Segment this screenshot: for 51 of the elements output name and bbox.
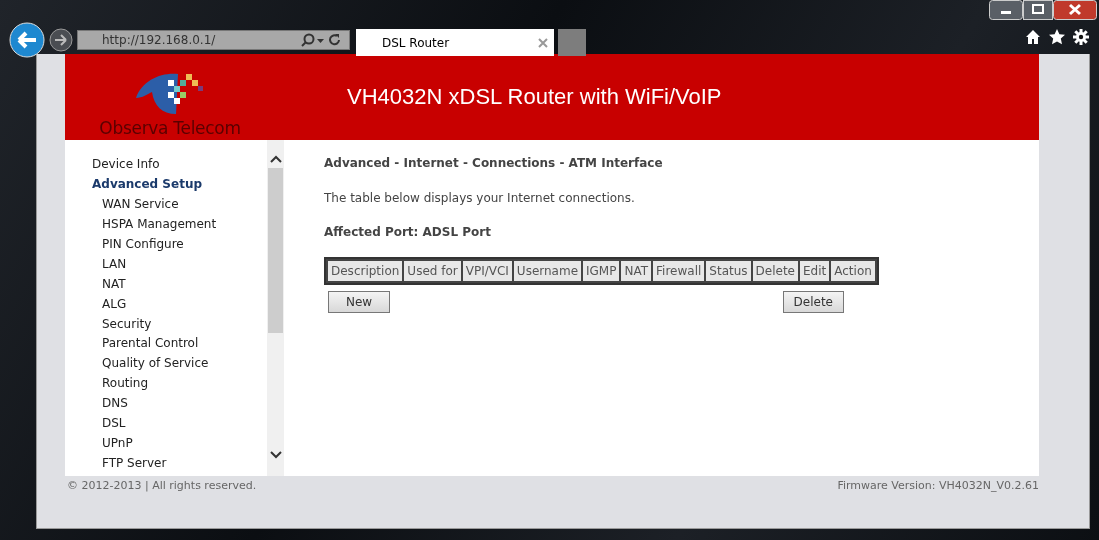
address-field[interactable]: http://192.168.0.1/ (77, 30, 350, 50)
column-header: Action (831, 261, 875, 281)
menu-item[interactable]: UPnP (92, 436, 267, 457)
column-header: Status (706, 261, 751, 281)
close-button[interactable] (1053, 0, 1097, 20)
column-header: Used for (404, 261, 461, 281)
menu-item[interactable]: Routing (92, 376, 267, 397)
column-header: Firewall (653, 261, 705, 281)
maximize-button[interactable] (1023, 0, 1053, 20)
menu-item[interactable]: Advanced Setup (92, 176, 267, 197)
action-button[interactable]: Delete (782, 291, 844, 313)
browser-tab[interactable]: DSL Router (356, 29, 554, 56)
menu-item[interactable]: Security (92, 316, 267, 337)
menu-item[interactable]: Device Info (92, 157, 267, 177)
menu-item[interactable]: NAT (92, 276, 267, 297)
menu-item[interactable]: LAN (92, 256, 267, 277)
star-icon[interactable] (1049, 29, 1065, 45)
address-text: http://192.168.0.1/ (102, 33, 217, 47)
back-button[interactable] (9, 22, 45, 58)
column-header: IGMP (583, 261, 620, 281)
column-header: Delete (752, 261, 798, 281)
menu-item[interactable]: WAN Service (92, 196, 267, 217)
action-button[interactable]: New (328, 291, 390, 313)
minimize-button[interactable] (989, 0, 1023, 20)
copyright-text: © 2012-2013 | All rights reserved. (67, 479, 257, 492)
menu-item[interactable]: FTP Server (92, 456, 267, 476)
port-label: Affected Port: ADSL Port (324, 225, 492, 239)
column-header: NAT (621, 261, 652, 281)
menu-item[interactable]: ALG (92, 296, 267, 317)
menu-item[interactable]: Parental Control (92, 336, 267, 357)
logo-text: Observa Telecom (99, 118, 241, 138)
settings-icon[interactable] (1073, 29, 1089, 45)
scrollbar-thumb[interactable] (268, 168, 283, 333)
column-header: Edit (800, 261, 830, 281)
menu-item[interactable]: DNS (92, 396, 267, 417)
description-text: The table below displays your Internet connections. (324, 191, 636, 205)
menu-item[interactable]: Quality of Service (92, 356, 267, 377)
column-header: Description (328, 261, 403, 281)
forward-button[interactable] (49, 28, 73, 52)
page-heading: Advanced - Internet - Connections - ATM Interface (324, 156, 664, 170)
menu-item[interactable]: HSPA Management (92, 216, 267, 237)
column-header: VPI/VCI (462, 261, 512, 281)
page-title: VH4032N xDSL Router with WiFi/VoIP (347, 84, 722, 110)
refresh-icon[interactable] (327, 33, 343, 47)
menu-item[interactable]: PIN Configure (92, 236, 267, 257)
firmware-version: Firmware Version: VH4032N_V0.2.61 (837, 479, 1039, 492)
close-icon[interactable] (538, 37, 548, 48)
search-icon[interactable] (301, 33, 315, 47)
column-header: Username (513, 261, 582, 281)
home-icon[interactable] (1025, 29, 1041, 45)
menu-item[interactable]: DSL (92, 416, 267, 437)
